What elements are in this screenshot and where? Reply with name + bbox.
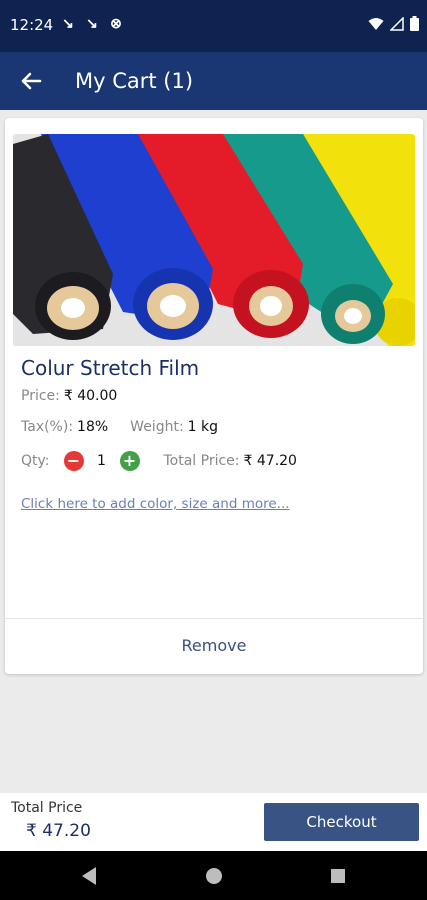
page-title: My Cart (1)	[75, 69, 194, 93]
price-row: Price: ₹ 40.00	[21, 388, 117, 404]
cart-total-value: ₹ 47.20	[26, 821, 91, 841]
system-nav-bar	[0, 851, 427, 900]
weight-value: 1 kg	[187, 419, 219, 435]
status-time: 12:24	[10, 16, 54, 34]
increase-quantity-button[interactable]: +	[119, 451, 140, 471]
product-name[interactable]: Colur Stretch Film	[21, 356, 199, 380]
add-options-link[interactable]: Click here to add color, size and more..…	[21, 496, 290, 512]
data-saver-icon: ⊗	[110, 15, 122, 31]
wifi-icon	[368, 17, 384, 30]
back-arrow-icon[interactable]	[16, 66, 46, 96]
minus-icon: −	[66, 451, 81, 470]
price-value: ₹ 40.00	[63, 388, 118, 404]
system-icons	[368, 16, 419, 31]
cart-total-label: Total Price	[11, 800, 83, 816]
missed-call-icon: ↘	[86, 15, 98, 31]
status-bar: 12:24 ↘ ↘ ⊗	[0, 0, 427, 52]
battery-icon	[410, 16, 419, 31]
qty-label: Qty:	[21, 453, 50, 469]
remove-button[interactable]: Remove	[5, 619, 423, 671]
tax-label: Tax(%):	[21, 419, 74, 435]
tax-value: 18%	[77, 419, 109, 435]
product-image[interactable]	[13, 134, 415, 346]
item-total-value: ₹ 47.20	[243, 453, 297, 469]
checkout-button[interactable]: Checkout	[264, 803, 419, 841]
notification-icons: ↘ ↘ ⊗	[60, 15, 124, 32]
nav-back-icon[interactable]	[80, 866, 98, 886]
quantity-row: Qty: − 1 + Total Price: ₹ 47.20	[21, 451, 297, 471]
nav-recents-icon[interactable]	[329, 866, 347, 886]
nav-home-icon[interactable]	[205, 866, 223, 886]
quantity-value: 1	[97, 453, 106, 469]
decrease-quantity-button[interactable]: −	[63, 451, 84, 471]
tax-weight-row: Tax(%): 18% Weight: 1 kg	[21, 419, 218, 435]
signal-icon	[390, 16, 404, 31]
bottom-total-bar: Total Price ₹ 47.20 Checkout	[0, 793, 427, 851]
cart-item-card: Colur Stretch Film Price: ₹ 40.00 Tax(%)…	[5, 118, 423, 674]
item-total-label: Total Price:	[163, 453, 240, 469]
price-label: Price:	[21, 388, 60, 404]
plus-icon: +	[122, 451, 137, 470]
app-bar: My Cart (1)	[0, 52, 427, 110]
weight-label: Weight:	[130, 419, 184, 435]
missed-call-icon: ↘	[62, 15, 74, 31]
